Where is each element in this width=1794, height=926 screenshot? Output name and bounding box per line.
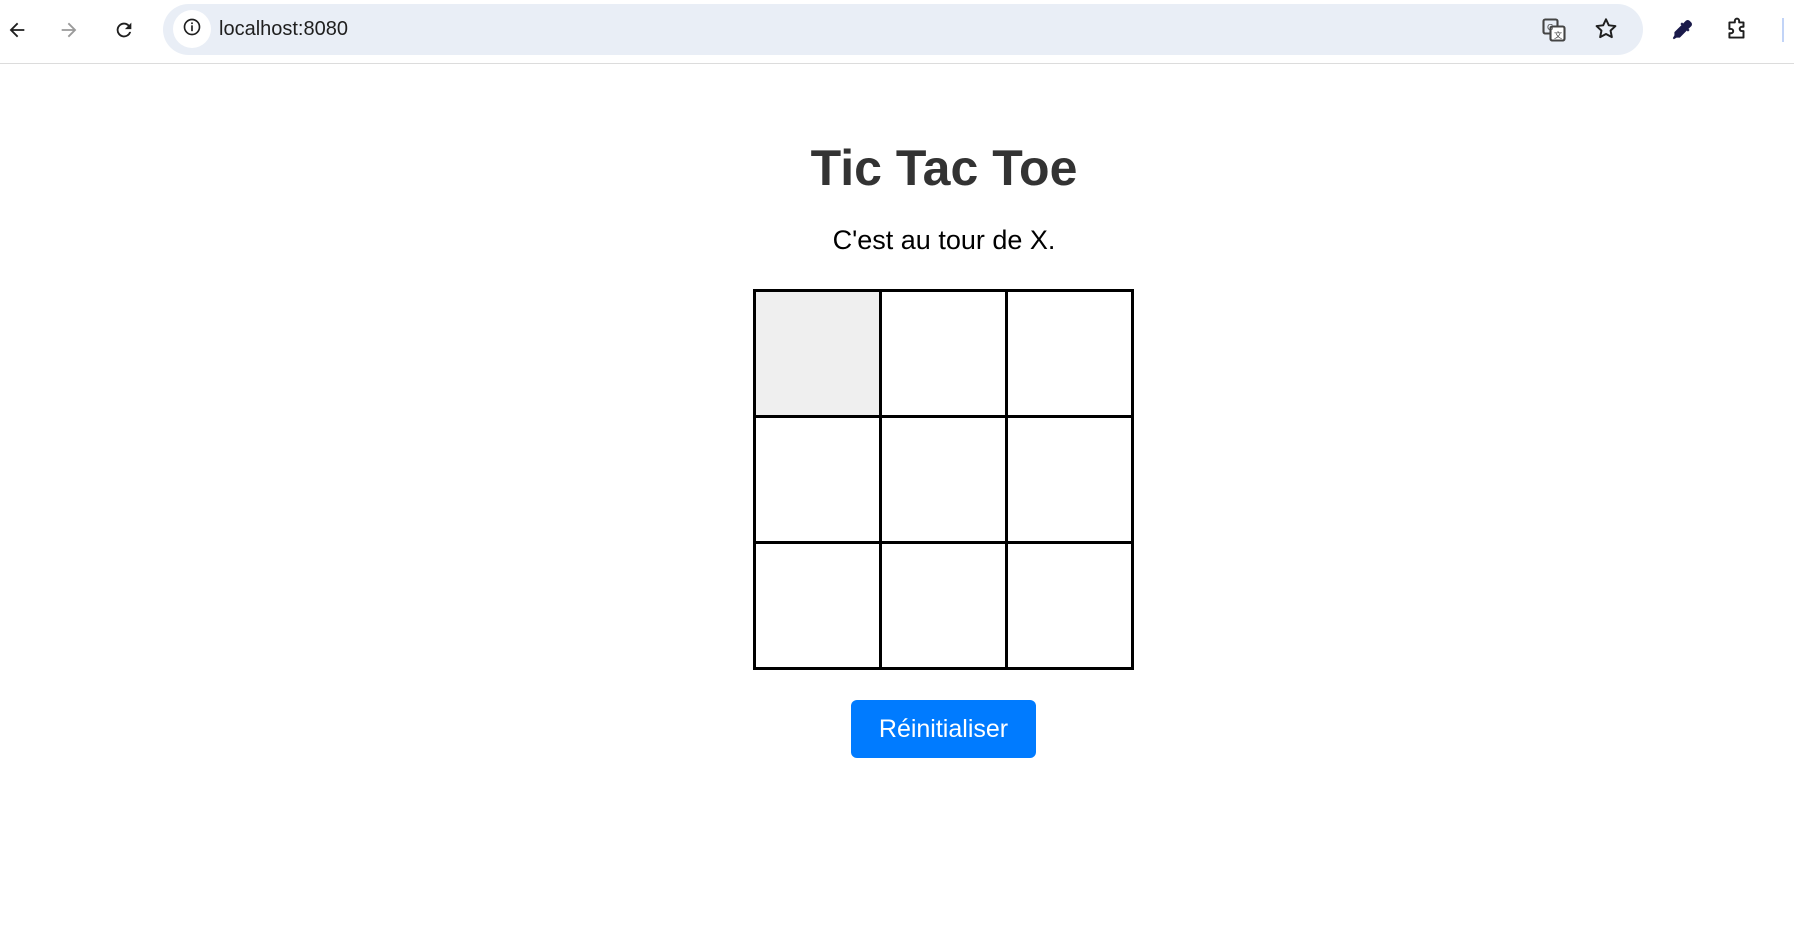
site-info-button[interactable] xyxy=(173,10,211,48)
board-cell-8[interactable] xyxy=(882,544,1008,670)
board-cell-9[interactable] xyxy=(1008,544,1134,670)
reload-icon xyxy=(113,19,135,41)
address-bar[interactable]: localhost:8080 G文 xyxy=(163,4,1643,55)
board-cell-5[interactable] xyxy=(882,418,1008,544)
eyedropper-icon xyxy=(1669,17,1695,43)
board-cell-7[interactable] xyxy=(756,544,882,670)
reload-button[interactable] xyxy=(104,10,144,50)
puzzle-icon xyxy=(1724,17,1750,43)
info-icon xyxy=(182,17,202,42)
translate-icon[interactable]: G文 xyxy=(1540,16,1568,49)
back-button[interactable] xyxy=(0,10,37,50)
page-content: Tic Tac Toe C'est au tour de X. Réinitia… xyxy=(0,65,1794,926)
arrow-left-icon xyxy=(6,19,28,41)
url-text[interactable]: localhost:8080 xyxy=(219,4,348,55)
eyedropper-button[interactable] xyxy=(1662,10,1702,50)
forward-button[interactable] xyxy=(49,10,89,50)
board-cell-2[interactable] xyxy=(882,292,1008,418)
svg-text:G: G xyxy=(1547,22,1553,32)
extensions-button[interactable] xyxy=(1717,10,1757,50)
game-board xyxy=(753,289,1134,670)
board-cell-6[interactable] xyxy=(1008,418,1134,544)
board-cell-4[interactable] xyxy=(756,418,882,544)
browser-toolbar: localhost:8080 G文 xyxy=(0,0,1794,64)
arrow-right-icon xyxy=(58,19,80,41)
reset-button[interactable]: Réinitialiser xyxy=(851,700,1036,758)
board-cell-1[interactable] xyxy=(756,292,882,418)
svg-text:文: 文 xyxy=(1554,30,1562,40)
star-icon[interactable] xyxy=(1593,16,1619,47)
turn-status: C'est au tour de X. xyxy=(832,225,1056,255)
board-cell-3[interactable] xyxy=(1008,292,1134,418)
page-title: Tic Tac Toe xyxy=(810,140,1078,196)
toolbar-divider xyxy=(1782,18,1784,42)
